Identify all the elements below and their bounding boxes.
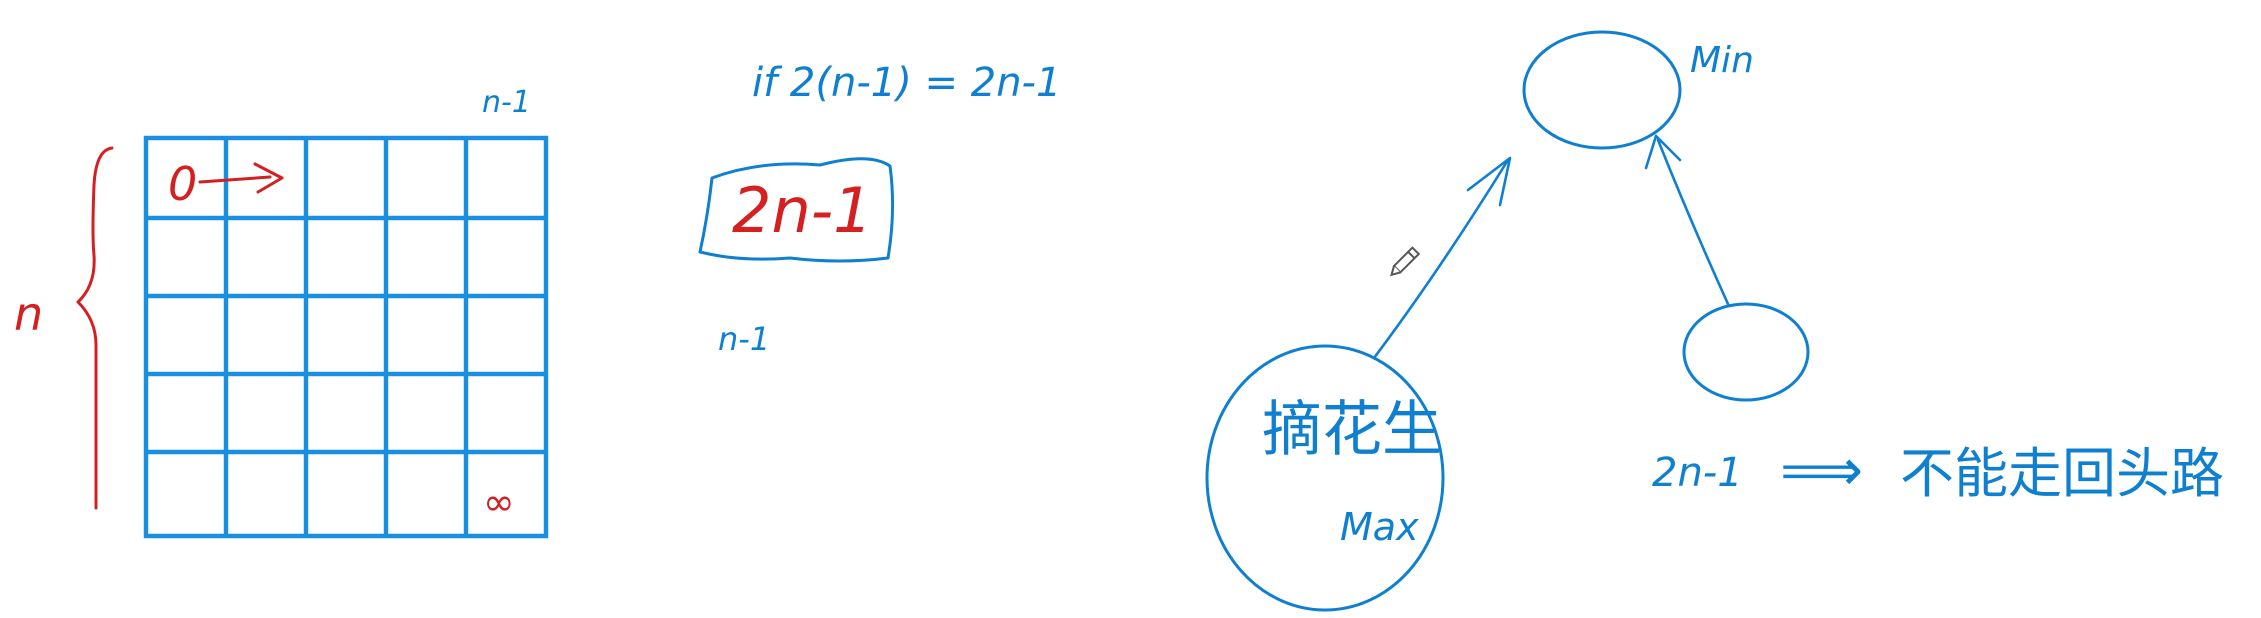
grid-frame: [143, 135, 549, 539]
whiteboard-canvas: n-1 " in first cell --> 0 ∞ n if 2(n-1) …: [14, 30, 2224, 612]
condition-text: if 2(n-1) = 2n-1: [752, 60, 1061, 106]
arrow-small-to-min: [1644, 134, 1730, 306]
min-node: [1522, 30, 1682, 150]
arrow-max-to-min: [1372, 156, 1512, 360]
min-label: Min: [1690, 40, 1754, 81]
left-brace: [76, 146, 114, 510]
start-cell-label: 0: [168, 157, 197, 211]
grid: [143, 135, 549, 539]
small-node: [1682, 302, 1810, 402]
brace-label: n: [14, 287, 43, 341]
end-cell-label: ∞: [483, 480, 515, 524]
boxed-text: 2n-1: [732, 174, 873, 247]
conclusion-arrow: ⟹: [1780, 436, 1863, 504]
below-box-text: n-1: [718, 320, 770, 358]
max-label: Max: [1340, 505, 1419, 549]
conclusion-text: 不能走回头路: [1900, 442, 2224, 505]
pencil-icon: [1390, 246, 1421, 277]
conclusion-prefix: 2n-1: [1652, 450, 1743, 496]
max-node-text: 摘花生: [1262, 395, 1442, 465]
max-node: [1205, 344, 1445, 612]
grid-top-right-label: n-1: [482, 85, 531, 120]
start-arrow: [198, 162, 284, 194]
